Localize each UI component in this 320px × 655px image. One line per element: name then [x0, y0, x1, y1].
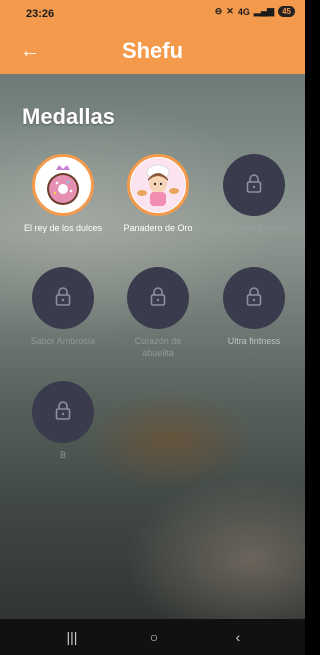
home-icon[interactable]: ○ [124, 619, 184, 655]
lock-icon [246, 174, 262, 193]
lock-icon [150, 287, 166, 306]
recent-apps-icon[interactable]: ||| [42, 619, 102, 655]
battery-icon: 45 [278, 6, 295, 17]
locked-medal-circle[interactable] [127, 267, 189, 329]
locked-medal-circle[interactable] [32, 381, 94, 443]
lock-icon [55, 401, 71, 420]
mute-icon: ✕ [226, 6, 234, 16]
status-bar: 23:26 ⊖ ✕ 4G ▂▄▆ 45 [0, 0, 305, 28]
chef-baker-icon[interactable] [127, 154, 189, 216]
medal-item[interactable]: B [23, 381, 103, 461]
donut-icon[interactable] [32, 154, 94, 216]
do-not-disturb-icon: ⊖ [214, 6, 223, 16]
status-icons: ⊖ ✕ 4G ▂▄▆ 45 [215, 6, 295, 17]
medal-item[interactable]: Ultra fintness [214, 267, 294, 347]
medal-item[interactable]: Panadero de Oro [118, 154, 198, 234]
signal-icon: ▂▄▆ [253, 6, 275, 16]
locked-medal-circle[interactable] [32, 267, 94, 329]
medal-label: Panadero de Oro [123, 223, 193, 233]
screen: 23:26 ⊖ ✕ 4G ▂▄▆ 45 ← Shefu Medallas El … [0, 0, 305, 655]
medal-item[interactable]: El rey de los dulces [23, 154, 103, 234]
app-title: Shefu [121, 38, 184, 63]
lock-icon [246, 287, 262, 306]
system-nav-bar: ||| ○ ‹ [0, 619, 305, 655]
medal-item[interactable]: Corazón de abuelita [118, 267, 198, 359]
network-label: 4G [237, 6, 250, 17]
medal-label: Sabor Ambrosía [30, 336, 96, 346]
medal-label: Corazón de abuelita [134, 336, 182, 358]
medal-item[interactable]: Sabor Ambrosía [23, 267, 103, 347]
app-bar: ← Shefu [0, 28, 305, 74]
medal-label: B [59, 450, 66, 460]
medal-item[interactable]: Cocinero Estrella [214, 154, 294, 234]
locked-medal-circle[interactable] [223, 267, 285, 329]
back-nav-icon[interactable]: ‹ [208, 619, 268, 655]
medal-label: Ultra fintness [227, 336, 281, 346]
lock-icon [55, 287, 71, 306]
medal-label: El rey de los dulces [23, 223, 103, 233]
section-title: Medallas [22, 104, 115, 129]
locked-medal-circle[interactable] [223, 154, 285, 216]
status-time: 23:26 [26, 8, 55, 20]
medal-label: Cocinero Estrella [219, 223, 289, 233]
